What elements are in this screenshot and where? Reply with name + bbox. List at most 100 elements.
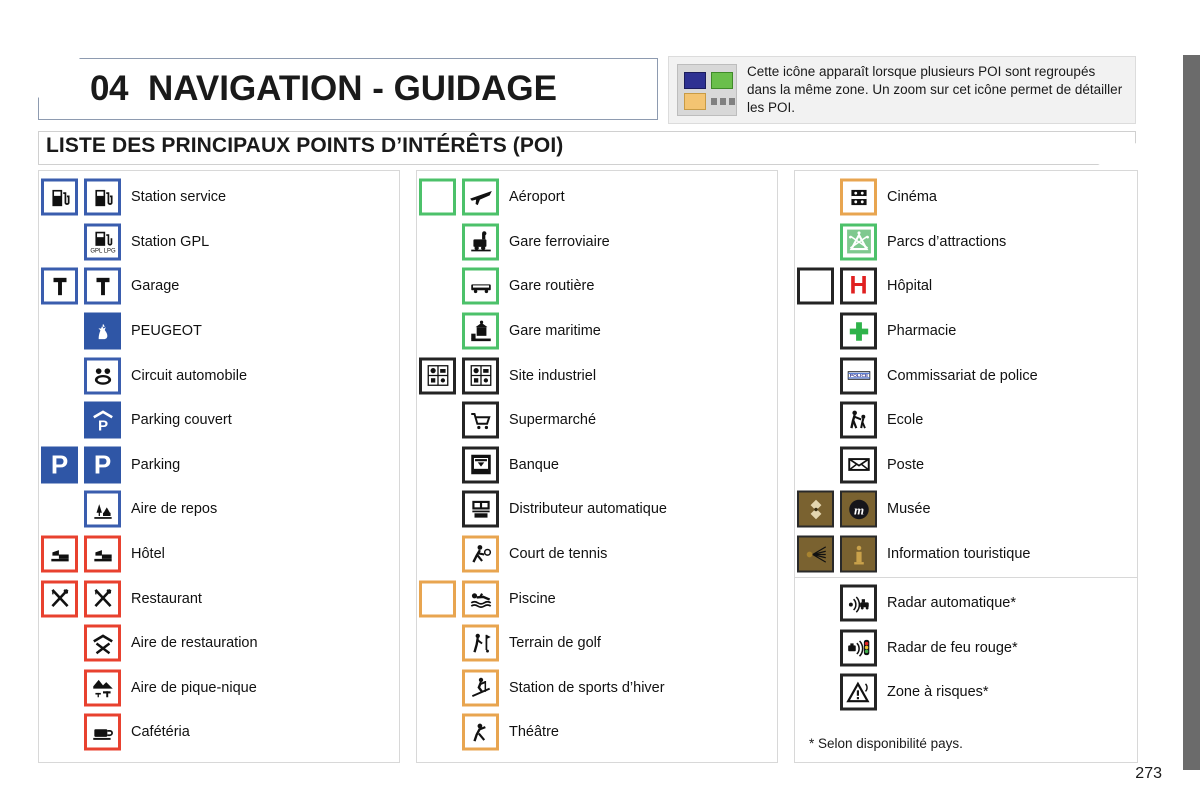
poi-icon-slot: POLICE — [795, 353, 887, 398]
poi-row: Station de sports d’hiver — [417, 666, 777, 711]
poi-coffee-cup-icon — [84, 713, 121, 751]
poi-row: Circuit automobile — [39, 353, 399, 398]
poi-row: GPL LPG Station GPL — [39, 220, 399, 265]
poi-museum-m-icon: m — [840, 490, 877, 528]
page-number: 273 — [1135, 765, 1162, 782]
poi-label: Station GPL — [131, 233, 210, 250]
poi-column-1: Station service GPL LPG Station GPL Garage P… — [38, 170, 400, 763]
poi-label: Station service — [131, 189, 227, 206]
poi-label: Parking — [131, 456, 181, 473]
poi-icon-slot — [39, 353, 131, 398]
poi-label: Commissariat de police — [887, 367, 1038, 384]
poi-row: Site industriel — [417, 353, 777, 398]
poi-icon-slot — [417, 621, 509, 666]
svg-text:P: P — [97, 417, 107, 433]
chapter-number: 04 — [90, 69, 128, 108]
poi-ferry-terminal-icon — [462, 312, 499, 350]
poi-row: Gare ferroviaire — [417, 220, 777, 265]
poi-label: Piscine — [509, 590, 556, 607]
cluster-dots-icon — [711, 98, 735, 105]
poi-row: Radar de feu rouge* — [795, 626, 1137, 671]
column-3-footnote: * Selon disponibilité pays. — [809, 736, 963, 751]
poi-label: Pharmacie — [887, 323, 957, 340]
poi-label: Court de tennis — [509, 546, 608, 563]
poi-label: Banque — [509, 456, 559, 473]
poi-industrial-site-icon — [462, 357, 499, 395]
poi-theme-park-icon — [840, 223, 877, 261]
poi-column-3: Cinéma Parcs d’attractions H Hôpital Pharmac… — [794, 170, 1138, 763]
poi-label: Garage — [131, 278, 180, 295]
poi-grouped-industrial-site-icon — [419, 357, 456, 395]
poi-grouped-wrench-icon — [41, 267, 78, 305]
poi-row: Hôtel — [39, 532, 399, 577]
poi-row: Théâtre — [417, 710, 777, 755]
poi-label: Hôtel — [131, 546, 165, 563]
poi-icon-slot — [417, 264, 509, 309]
poi-row: Cinéma — [795, 175, 1137, 220]
poi-skier-icon — [462, 669, 499, 707]
poi-train-icon — [462, 223, 499, 261]
poi-icon-slot — [417, 666, 509, 711]
page-title: LISTE DES PRINCIPAUX POINTS D’INTÉRÊTS (… — [46, 134, 564, 157]
poi-row: Radar automatique* — [795, 581, 1137, 626]
poi-label: Restaurant — [131, 590, 202, 607]
poi-label: Information touristique — [887, 546, 1031, 563]
poi-envelope-icon — [840, 446, 877, 484]
poi-row: Aire de restauration — [39, 621, 399, 666]
poi-grouped-swimmer-icon — [419, 580, 456, 618]
poi-icon-slot: GPL LPG — [39, 220, 131, 265]
poi-atm-icon — [462, 490, 499, 528]
chapter-banner: 04 NAVIGATION - GUIDAGE — [38, 58, 658, 120]
right-edge-bar — [1183, 55, 1200, 770]
poi-grouped-parking-icon: P — [41, 446, 78, 484]
poi-swimmer-icon — [462, 580, 499, 618]
poi-grouped-museum-m-icon — [797, 490, 834, 528]
poi-tourist-info-icon — [840, 535, 877, 573]
poi-icon-slot — [39, 487, 131, 532]
poi-icon-slot — [795, 581, 887, 626]
poi-label: Distributeur automatique — [509, 501, 667, 518]
poi-row: Restaurant — [39, 576, 399, 621]
poi-icon-slot — [795, 309, 887, 354]
poi-row: Gare routière — [417, 264, 777, 309]
poi-row: Cafétéria — [39, 710, 399, 755]
poi-row: Station service — [39, 175, 399, 220]
poi-label: Cafétéria — [131, 724, 190, 741]
poi-label: Gare maritime — [509, 323, 601, 340]
poi-row: Pharmacie — [795, 309, 1137, 354]
poi-icon-slot — [39, 710, 131, 755]
poi-icon-slot — [795, 626, 887, 671]
poi-icon-slot — [417, 576, 509, 621]
poi-row: P P Parking — [39, 443, 399, 488]
cluster-info-box: Cette icône apparaît lorsque plusieurs P… — [668, 56, 1136, 124]
poi-label: Cinéma — [887, 189, 937, 206]
poi-police-icon: POLICE — [840, 357, 877, 395]
poi-row: Ecole — [795, 398, 1137, 443]
poi-hospital-h-icon: H — [840, 267, 877, 305]
poi-grouped-bed-icon — [41, 535, 78, 573]
poi-peugeot-lion-icon — [84, 312, 121, 350]
poi-icon-slot — [795, 175, 887, 220]
poi-icon-slot — [417, 443, 509, 488]
poi-columns: Station service GPL LPG Station GPL Garage P… — [38, 170, 1138, 763]
poi-airplane-icon — [462, 178, 499, 216]
poi-row: Piscine — [417, 576, 777, 621]
poi-label: Hôpital — [887, 278, 933, 295]
poi-icon-slot — [417, 710, 509, 755]
poi-label: Radar automatique* — [887, 595, 1016, 612]
poi-food-area-icon — [84, 624, 121, 662]
poi-icon-slot: H — [795, 264, 887, 309]
chapter-title: NAVIGATION - GUIDAGE — [147, 69, 557, 108]
poi-row: Zone à risques* — [795, 670, 1137, 715]
poi-icon-slot — [417, 532, 509, 577]
poi-row: Aire de repos — [39, 487, 399, 532]
poi-icon-slot: P — [39, 398, 131, 443]
poi-icon-slot — [417, 220, 509, 265]
poi-label: Zone à risques* — [887, 684, 989, 701]
poi-label: Site industriel — [509, 367, 597, 384]
poi-grouped-cutlery-icon — [41, 580, 78, 618]
poi-label: Parcs d’attractions — [887, 233, 1007, 250]
poi-label: Théâtre — [509, 724, 559, 741]
poi-icon-slot — [39, 532, 131, 577]
poi-grouped-airplane-icon — [419, 178, 456, 216]
